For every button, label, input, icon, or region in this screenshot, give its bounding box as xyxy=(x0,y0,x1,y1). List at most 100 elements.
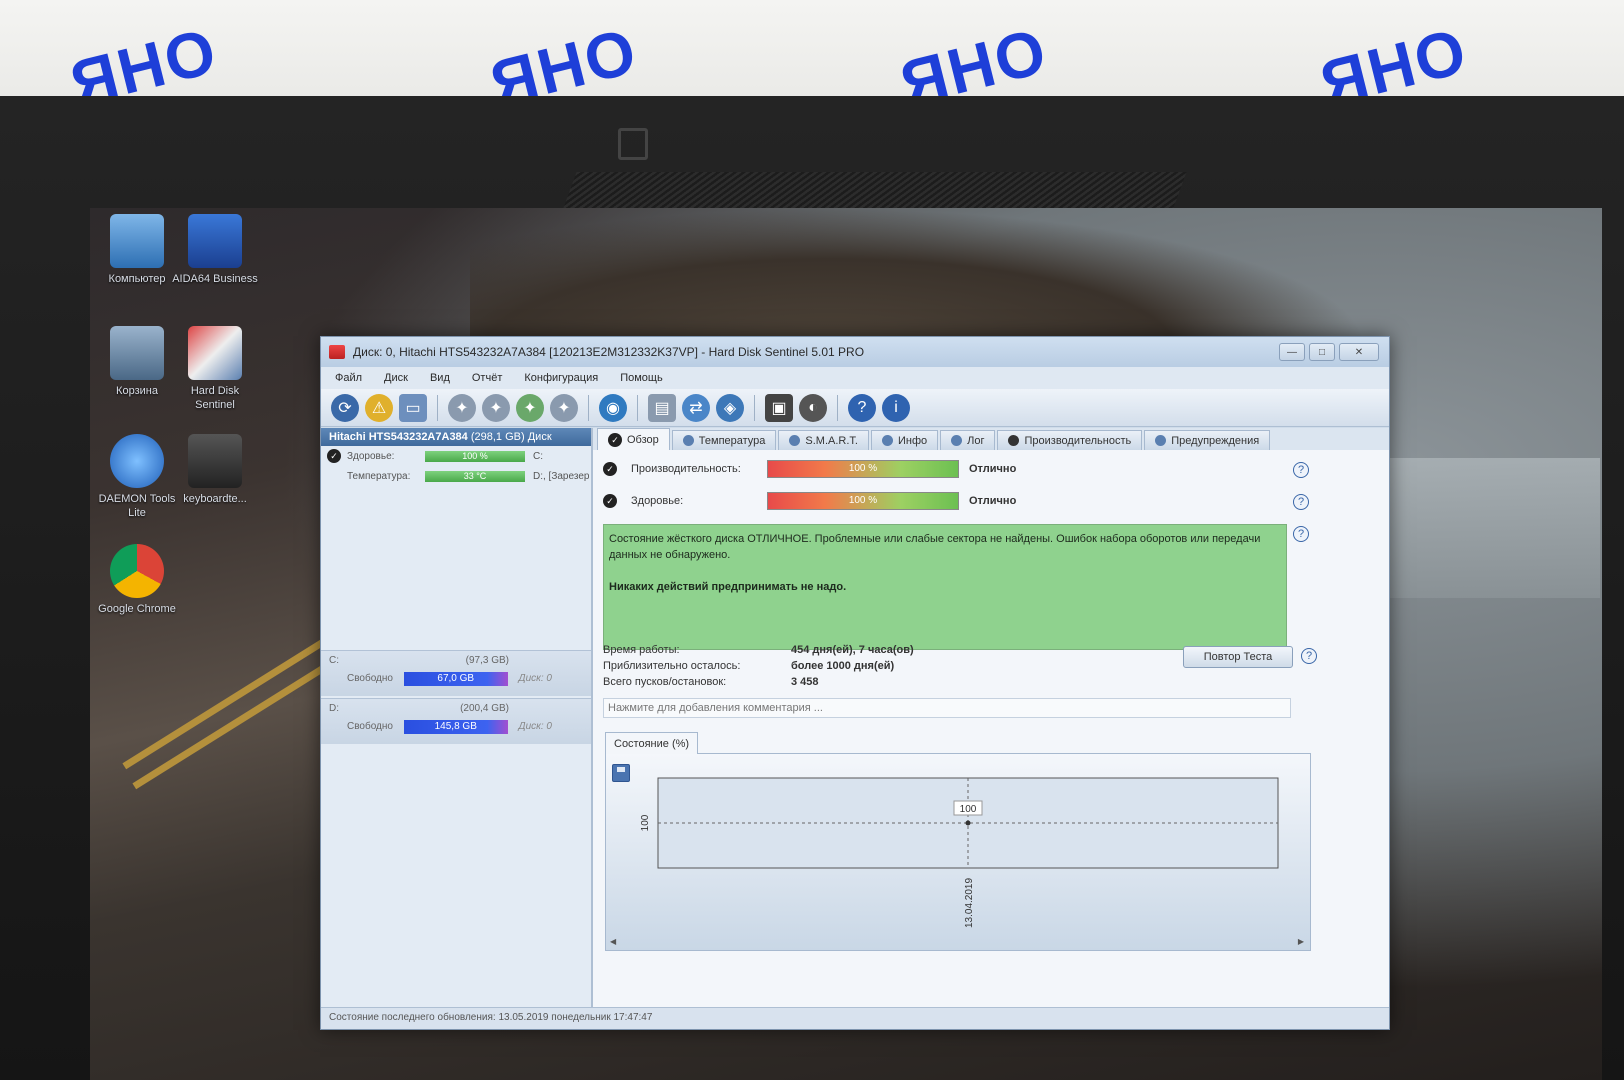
check-icon: ✓ xyxy=(603,494,617,508)
desktop-icon-label: Корзина xyxy=(116,385,158,397)
uptime-row: Время работы: 454 дня(ей), 7 часа(ов) xyxy=(603,644,914,660)
refresh-icon[interactable]: ⟳ xyxy=(331,393,359,422)
desktop-icon-label: AIDA64 Business xyxy=(172,273,258,285)
temperature-label: Температура: xyxy=(347,470,411,482)
tab-temperature[interactable]: Температура xyxy=(671,430,777,450)
info-icon[interactable]: i xyxy=(882,393,910,422)
performance-row: ✓ Производительность: 100 % Отлично xyxy=(603,460,1016,478)
menu-file[interactable]: Файл xyxy=(335,372,362,384)
save-icon[interactable] xyxy=(612,764,630,782)
window-body: Hitachi HTS543232A7A384 (298,1 GB) Диск … xyxy=(321,428,1389,1007)
partition-letter: D: xyxy=(329,703,339,714)
desktop-icon-recycle-bin[interactable]: Корзина xyxy=(94,326,180,398)
toolbar: ⟳ ⚠ ▭ ✦ ✦ ✦ ✦ ◉ ▤ ⇄ ◈ ▣ ◐ ? i xyxy=(321,389,1389,427)
health-chart-panel: 100 100 13.04.2019 ◀ ▶ xyxy=(605,753,1311,951)
y-tick-label: 100 xyxy=(640,814,651,831)
acoustic-icon[interactable]: ✦ xyxy=(516,393,544,422)
report-icon[interactable]: ▤ xyxy=(648,393,676,422)
tab-bar: ✓ Обзор Температура S.M.A.R.T. Инфо Лог П… xyxy=(593,428,1389,450)
performance-label: Производительность: xyxy=(631,463,741,475)
overview-panel: ✓ Обзор Температура S.M.A.R.T. Инфо Лог П… xyxy=(593,428,1389,1007)
partition-size: (97,3 GB) xyxy=(465,655,509,666)
disk-entry[interactable]: Hitachi HTS543232A7A384 (298,1 GB) Диск xyxy=(321,428,591,446)
surface-test-icon[interactable]: ✦ xyxy=(482,393,510,422)
web-icon[interactable]: ◉ xyxy=(599,393,627,422)
shield-icon[interactable]: ◐ xyxy=(799,393,827,422)
window-title: Диск: 0, Hitachi HTS543232A7A384 [120213… xyxy=(353,345,865,359)
thermometer-icon xyxy=(682,435,694,446)
toolbar-separator xyxy=(588,394,589,421)
help-icon[interactable]: ? xyxy=(1293,494,1309,510)
partition-c[interactable]: C: (97,3 GB) Свободно 67,0 GB Диск: 0 xyxy=(321,650,591,696)
menu-configuration[interactable]: Конфигурация xyxy=(524,372,598,384)
minimize-button[interactable]: — xyxy=(1279,343,1305,361)
status-message: Состояние жёсткого диска ОТЛИЧНОЕ. Пробл… xyxy=(603,524,1287,650)
disk-name: Hitachi HTS543232A7A384 xyxy=(329,431,468,443)
partition-disk: Диск: 0 xyxy=(518,721,552,732)
health-drive: C: xyxy=(533,450,543,462)
tools-icon[interactable]: ✦ xyxy=(550,393,578,422)
help-icon[interactable]: ? xyxy=(1301,648,1317,664)
comment-field[interactable]: Нажмите для добавления комментария ... xyxy=(603,698,1291,718)
scroll-left-icon[interactable]: ◀ xyxy=(610,937,616,946)
desktop-icon-keyboardtest[interactable]: keyboardte... xyxy=(172,434,258,506)
tab-label: Инфо xyxy=(897,434,928,447)
tab-performance[interactable]: Производительность xyxy=(997,430,1143,450)
desktop-icon-hard-disk-sentinel[interactable]: Hard Disk Sentinel xyxy=(172,326,258,412)
menu-disk[interactable]: Диск xyxy=(384,372,408,384)
tab-info[interactable]: Инфо xyxy=(870,430,939,450)
tab-alerts[interactable]: Предупреждения xyxy=(1144,430,1271,450)
x-tick-label: 13.04.2019 xyxy=(964,878,975,928)
disk-size: (298,1 GB) xyxy=(470,431,525,443)
monitor-icon[interactable]: ▣ xyxy=(765,393,793,422)
help-icon[interactable]: ? xyxy=(1293,462,1309,478)
tab-smart[interactable]: S.M.A.R.T. xyxy=(778,430,869,450)
health-mini-bar: 100 % xyxy=(425,450,525,462)
menu-view[interactable]: Вид xyxy=(430,372,450,384)
temperature-drive: D:, [Зарезер xyxy=(533,470,590,482)
maximize-button[interactable]: □ xyxy=(1309,343,1335,361)
status-bar: Состояние последнего обновления: 13.05.2… xyxy=(321,1007,1389,1029)
test-disk-icon[interactable]: ✦ xyxy=(448,393,476,422)
desktop-icon-computer[interactable]: Компьютер xyxy=(94,214,180,286)
remaining-value: более 1000 дня(ей) xyxy=(791,660,895,672)
partition-d[interactable]: D: (200,4 GB) Свободно 145,8 GB Диск: 0 xyxy=(321,698,591,744)
health-label: Здоровье: xyxy=(347,450,395,462)
chart-tab[interactable]: Состояние (%) xyxy=(605,732,699,754)
remaining-label: Приблизительно осталось: xyxy=(603,660,741,672)
window-controls: — □ ✕ xyxy=(1279,343,1379,361)
toolbar-separator xyxy=(637,394,638,421)
log-icon xyxy=(951,435,963,446)
tab-log[interactable]: Лог xyxy=(940,430,996,450)
network-icon[interactable]: ◈ xyxy=(716,393,744,422)
info-icon xyxy=(881,435,893,446)
tab-overview[interactable]: ✓ Обзор xyxy=(597,428,670,450)
health-rating: Отлично xyxy=(969,495,1017,507)
starts-row: Всего пусков/остановок: 3 458 xyxy=(603,676,914,692)
chrome-icon xyxy=(110,544,164,598)
hard-disk-sentinel-window: Диск: 0, Hitachi HTS543232A7A384 [120213… xyxy=(320,336,1390,1030)
alerts-icon xyxy=(1155,435,1167,446)
desktop-icon-google-chrome[interactable]: Google Chrome xyxy=(94,544,180,616)
desktop-icon-aida64[interactable]: AIDA64 Business xyxy=(172,214,258,286)
aida64-icon xyxy=(188,214,242,268)
toolbar-separator xyxy=(837,394,838,421)
alert-icon[interactable]: ⚠ xyxy=(365,393,393,422)
desktop-icon-label: Компьютер xyxy=(108,273,166,285)
backup-icon[interactable]: ⇄ xyxy=(682,393,710,422)
retest-button[interactable]: Повтор Теста xyxy=(1183,646,1293,668)
disk-stats: Время работы: 454 дня(ей), 7 часа(ов) Пр… xyxy=(603,644,914,692)
menu-report[interactable]: Отчёт xyxy=(472,372,502,384)
scroll-right-icon[interactable]: ▶ xyxy=(1298,937,1304,946)
help-icon[interactable]: ? xyxy=(848,393,876,422)
disk-icon[interactable]: ▭ xyxy=(399,393,427,422)
partition-size: (200,4 GB) xyxy=(460,703,509,714)
help-icon[interactable]: ? xyxy=(1293,526,1309,542)
desktop-icon-daemon-tools[interactable]: DAEMON Tools Lite xyxy=(94,434,180,520)
title-bar[interactable]: Диск: 0, Hitachi HTS543232A7A384 [120213… xyxy=(321,337,1389,367)
keyboard-test-icon xyxy=(188,434,242,488)
app-icon xyxy=(329,345,345,359)
health-bar: 100 % xyxy=(767,492,959,510)
close-button[interactable]: ✕ xyxy=(1339,343,1379,361)
menu-help[interactable]: Помощь xyxy=(620,372,663,384)
